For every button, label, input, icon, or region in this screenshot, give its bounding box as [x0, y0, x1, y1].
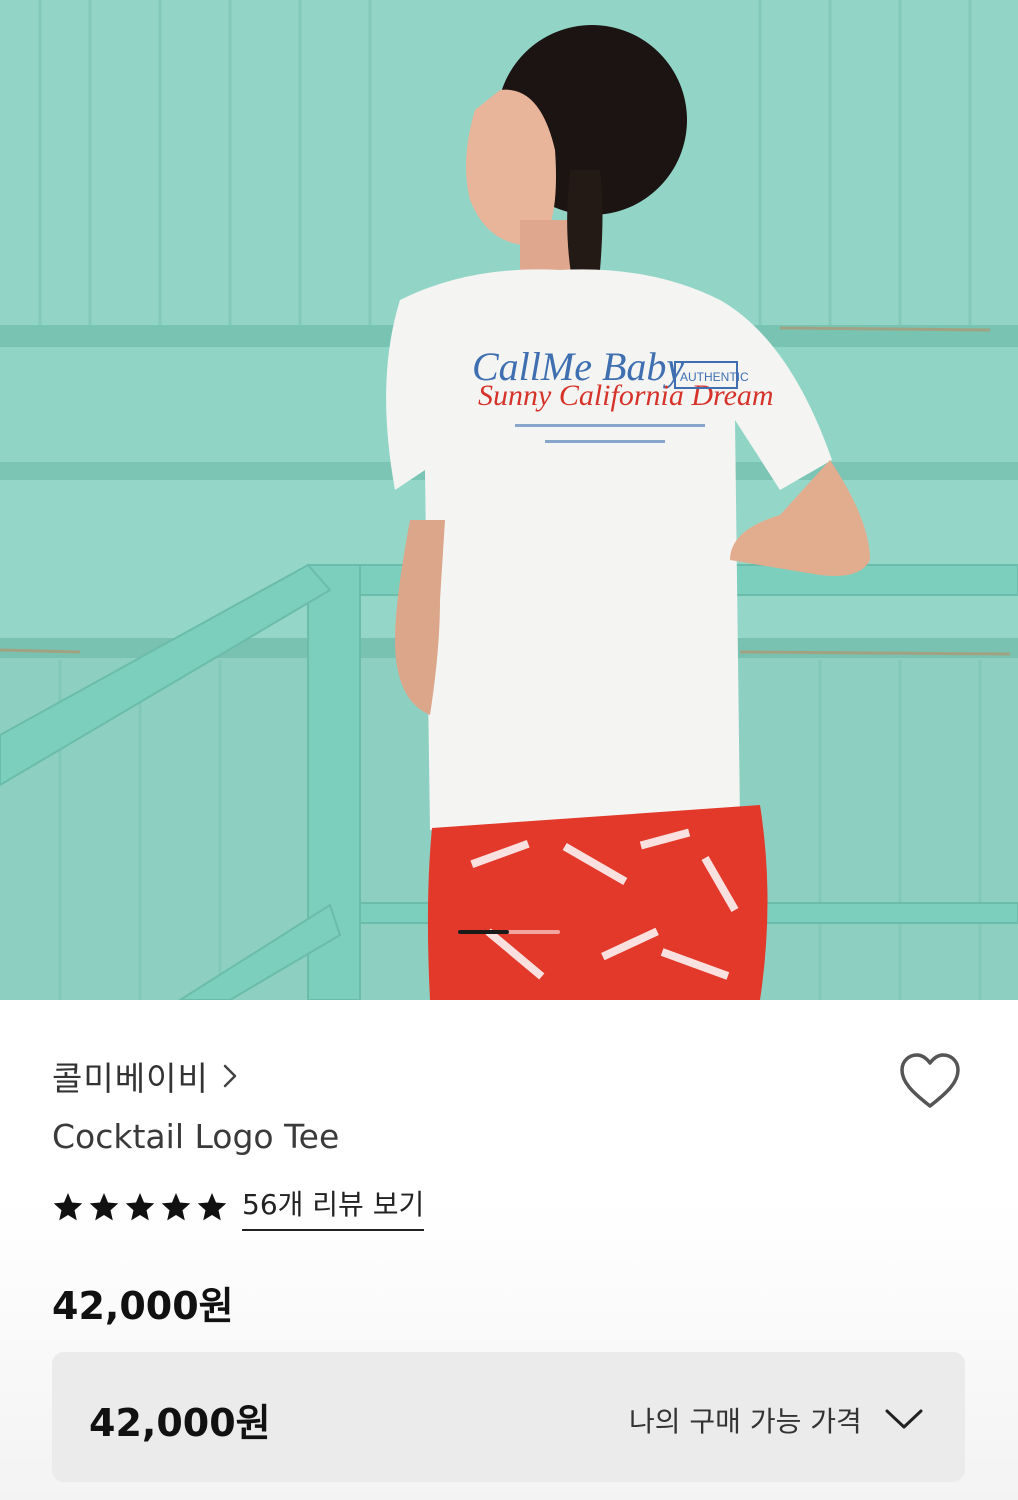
review-link[interactable]: 56개 리뷰 보기	[242, 1183, 425, 1231]
heart-outline-icon	[900, 1053, 960, 1108]
brand-link[interactable]: 콜미베이비	[52, 1052, 237, 1100]
star-filled-icon	[161, 1193, 191, 1221]
product-photo: CallMe Baby Sunny California Dream AUTHE…	[0, 0, 1018, 1000]
chevron-down-icon	[884, 1407, 924, 1435]
product-image[interactable]: CallMe Baby Sunny California Dream AUTHE…	[0, 0, 1018, 1000]
chevron-right-icon	[223, 1064, 237, 1088]
my-price-label: 나의 구매 가능 가격	[629, 1405, 862, 1438]
my-price-value: 42,000원	[89, 1401, 271, 1445]
my-price-dropdown[interactable]: 42,000원 나의 구매 가능 가격	[52, 1352, 965, 1482]
product-info: 콜미베이비 Cocktail Logo Tee 56개 리뷰 보기 42,000…	[0, 1000, 1018, 1500]
star-rating	[52, 1191, 228, 1223]
brand-name: 콜미베이비	[52, 1059, 209, 1098]
product-price: 42,000원	[52, 1284, 234, 1328]
star-filled-icon	[53, 1193, 83, 1221]
carousel-indicator-active	[458, 930, 509, 934]
wishlist-button[interactable]	[898, 1052, 962, 1112]
star-filled-icon	[89, 1193, 119, 1221]
product-name: Cocktail Logo Tee	[52, 1117, 340, 1156]
carousel-indicator	[458, 930, 560, 934]
rating-row: 56개 리뷰 보기	[52, 1183, 425, 1231]
star-filled-icon	[125, 1193, 155, 1221]
star-filled-icon	[197, 1193, 227, 1221]
svg-text:AUTHENTIC: AUTHENTIC	[680, 370, 749, 384]
